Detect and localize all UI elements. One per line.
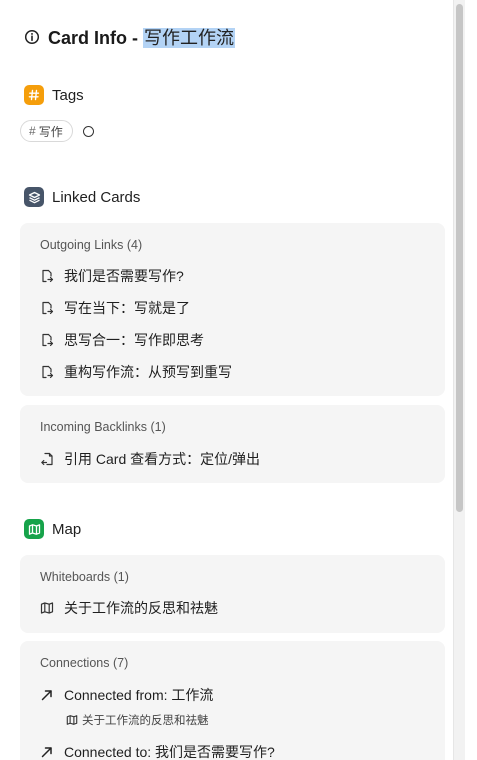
connection-source-whiteboard[interactable]: 关于工作流的反思和祛魅: [66, 712, 209, 728]
outgoing-link-label: 我们是否需要写作?: [64, 268, 184, 284]
whiteboards-title: Whiteboards (1): [40, 570, 129, 584]
outgoing-link-label: 重构写作流：从预写到重写: [64, 364, 232, 380]
map-icon: [24, 519, 44, 539]
scrollbar-thumb[interactable]: [456, 4, 463, 512]
outgoing-link-label: 思写合一：写作即思考: [64, 332, 204, 348]
connection-sub-label: 关于工作流的反思和祛魅: [82, 715, 209, 727]
outgoing-link-icon: [40, 365, 54, 379]
incoming-backlink-item[interactable]: 引用 Card 查看方式：定位/弹出: [40, 449, 260, 469]
section-title-tags: Tags: [52, 86, 84, 104]
incoming-backlinks-card: Incoming Backlinks (1) 引用 Card 查看方式：定位/弹…: [20, 405, 445, 483]
outgoing-link-item[interactable]: 重构写作流：从预写到重写: [40, 362, 232, 382]
whiteboards-card: Whiteboards (1) 关于工作流的反思和祛魅: [20, 555, 445, 633]
arrow-up-right-icon: [40, 688, 54, 702]
section-title-linked-cards: Linked Cards: [52, 188, 141, 206]
tag-chip[interactable]: # 写作: [20, 120, 73, 142]
map-section-header: Map: [24, 518, 81, 540]
connections-card: Connections (7) Connected from: 工作流 关于工作…: [20, 641, 445, 760]
linked-cards-section-header: Linked Cards: [24, 186, 140, 208]
outgoing-links-card: Outgoing Links (4) 我们是否需要写作? 写在当下：写就是了 思…: [20, 223, 445, 396]
card-info-panel: Card Info - 写作工作流 Tags # 写作 Linked Cards…: [0, 0, 465, 760]
whiteboard-map-icon: [66, 714, 78, 726]
tag-hash-symbol: #: [29, 124, 36, 138]
incoming-backlink-label: 引用 Card 查看方式：定位/弹出: [64, 451, 261, 467]
connection-label: Connected from: 工作流: [64, 687, 214, 703]
connection-item[interactable]: Connected to: 我们是否需要写作?: [40, 742, 275, 760]
outgoing-link-item[interactable]: 我们是否需要写作?: [40, 266, 184, 286]
whiteboard-map-icon: [40, 601, 54, 615]
outgoing-link-icon: [40, 269, 54, 283]
tag-label: 写作: [38, 124, 63, 139]
page-title: Card Info - 写作工作流: [48, 24, 235, 50]
backlink-icon: [40, 452, 54, 466]
arrow-up-right-icon: [40, 745, 54, 759]
connection-item[interactable]: Connected from: 工作流: [40, 685, 213, 705]
info-icon: [24, 29, 40, 45]
incoming-backlinks-title: Incoming Backlinks (1): [40, 420, 166, 434]
section-title-map: Map: [52, 520, 82, 538]
outgoing-link-icon: [40, 333, 54, 347]
stack-layers-icon: [24, 187, 44, 207]
connections-title: Connections (7): [40, 656, 129, 670]
tags-section-header: Tags: [24, 84, 84, 106]
add-tag-icon[interactable]: [82, 125, 94, 137]
scrollbar-track[interactable]: [453, 0, 465, 760]
outgoing-link-icon: [40, 301, 54, 315]
title-prefix: Card Info -: [48, 28, 143, 48]
hashtag-icon: [24, 85, 44, 105]
connection-label: Connected to: 我们是否需要写作?: [64, 744, 275, 760]
card-info-header: Card Info - 写作工作流: [24, 25, 235, 49]
outgoing-link-item[interactable]: 写在当下：写就是了: [40, 298, 190, 318]
whiteboard-label: 关于工作流的反思和祛魅: [64, 600, 218, 616]
outgoing-links-title: Outgoing Links (4): [40, 238, 143, 252]
tags-list: # 写作: [20, 120, 94, 142]
whiteboard-item[interactable]: 关于工作流的反思和祛魅: [40, 598, 218, 618]
title-card-name[interactable]: 写作工作流: [143, 28, 235, 48]
outgoing-link-label: 写在当下：写就是了: [64, 300, 190, 316]
outgoing-link-item[interactable]: 思写合一：写作即思考: [40, 330, 204, 350]
